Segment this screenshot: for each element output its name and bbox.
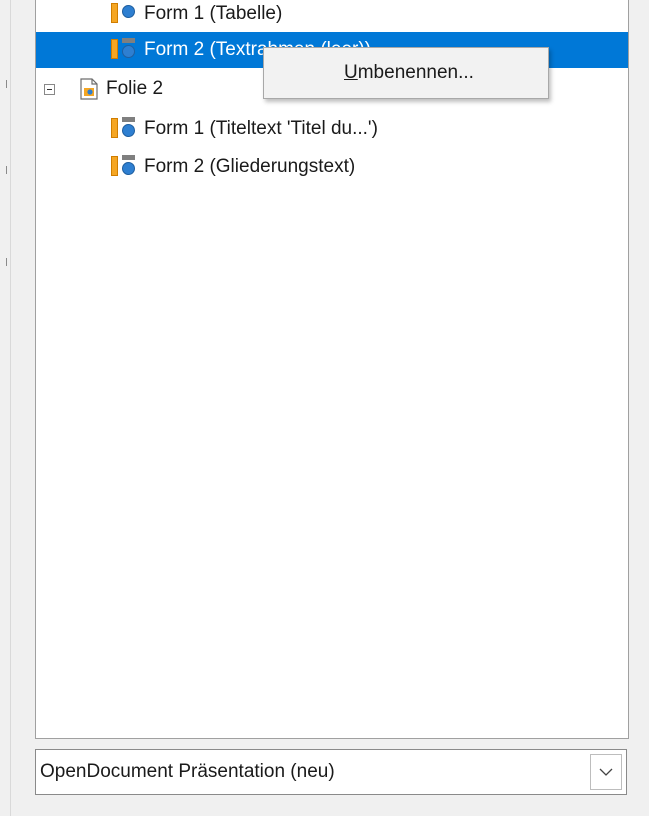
- dropdown-button[interactable]: [590, 754, 622, 790]
- navigator-tree[interactable]: Form 1 (Tabelle) Form 2 (Textrahmen (lee…: [35, 0, 629, 739]
- tree-item-form2-gliederungstext[interactable]: Form 2 (Gliederungstext): [36, 149, 628, 185]
- rename-accelerator: U: [344, 62, 358, 83]
- context-menu: Umbenennen...: [263, 47, 549, 99]
- edge-tick: [6, 80, 7, 88]
- tree-item-label: Form 1 (Titeltext 'Titel du...'): [144, 118, 378, 139]
- document-select[interactable]: OpenDocument Präsentation (neu): [35, 749, 627, 795]
- chevron-down-icon: [599, 768, 613, 776]
- left-edge-strip: [0, 0, 11, 816]
- text-shape-icon: [110, 154, 136, 180]
- tree-item-form1-tabelle[interactable]: Form 1 (Tabelle): [36, 0, 628, 32]
- rename-menu-label: Umbenennen...: [344, 62, 474, 84]
- tree-item-label: Form 1 (Tabelle): [144, 3, 283, 24]
- rename-label-rest: mbenennen...: [357, 62, 474, 83]
- rename-menu-item[interactable]: Umbenennen...: [264, 48, 548, 98]
- tree-item-label: Form 2 (Gliederungstext): [144, 156, 356, 177]
- slide-icon: [80, 78, 98, 100]
- edge-tick: [6, 166, 7, 174]
- text-shape-icon: [110, 116, 136, 142]
- navigator-window: Form 1 (Tabelle) Form 2 (Textrahmen (lee…: [0, 0, 649, 816]
- text-shape-icon: [110, 37, 136, 63]
- edge-tick: [6, 258, 7, 266]
- minus-expander-icon[interactable]: [44, 83, 55, 95]
- document-select-value: OpenDocument Präsentation (neu): [40, 761, 335, 782]
- tree-item-form1-titeltext[interactable]: Form 1 (Titeltext 'Titel du...'): [36, 111, 628, 147]
- table-shape-icon: [110, 1, 136, 27]
- tree-item-label: Folie 2: [106, 78, 164, 99]
